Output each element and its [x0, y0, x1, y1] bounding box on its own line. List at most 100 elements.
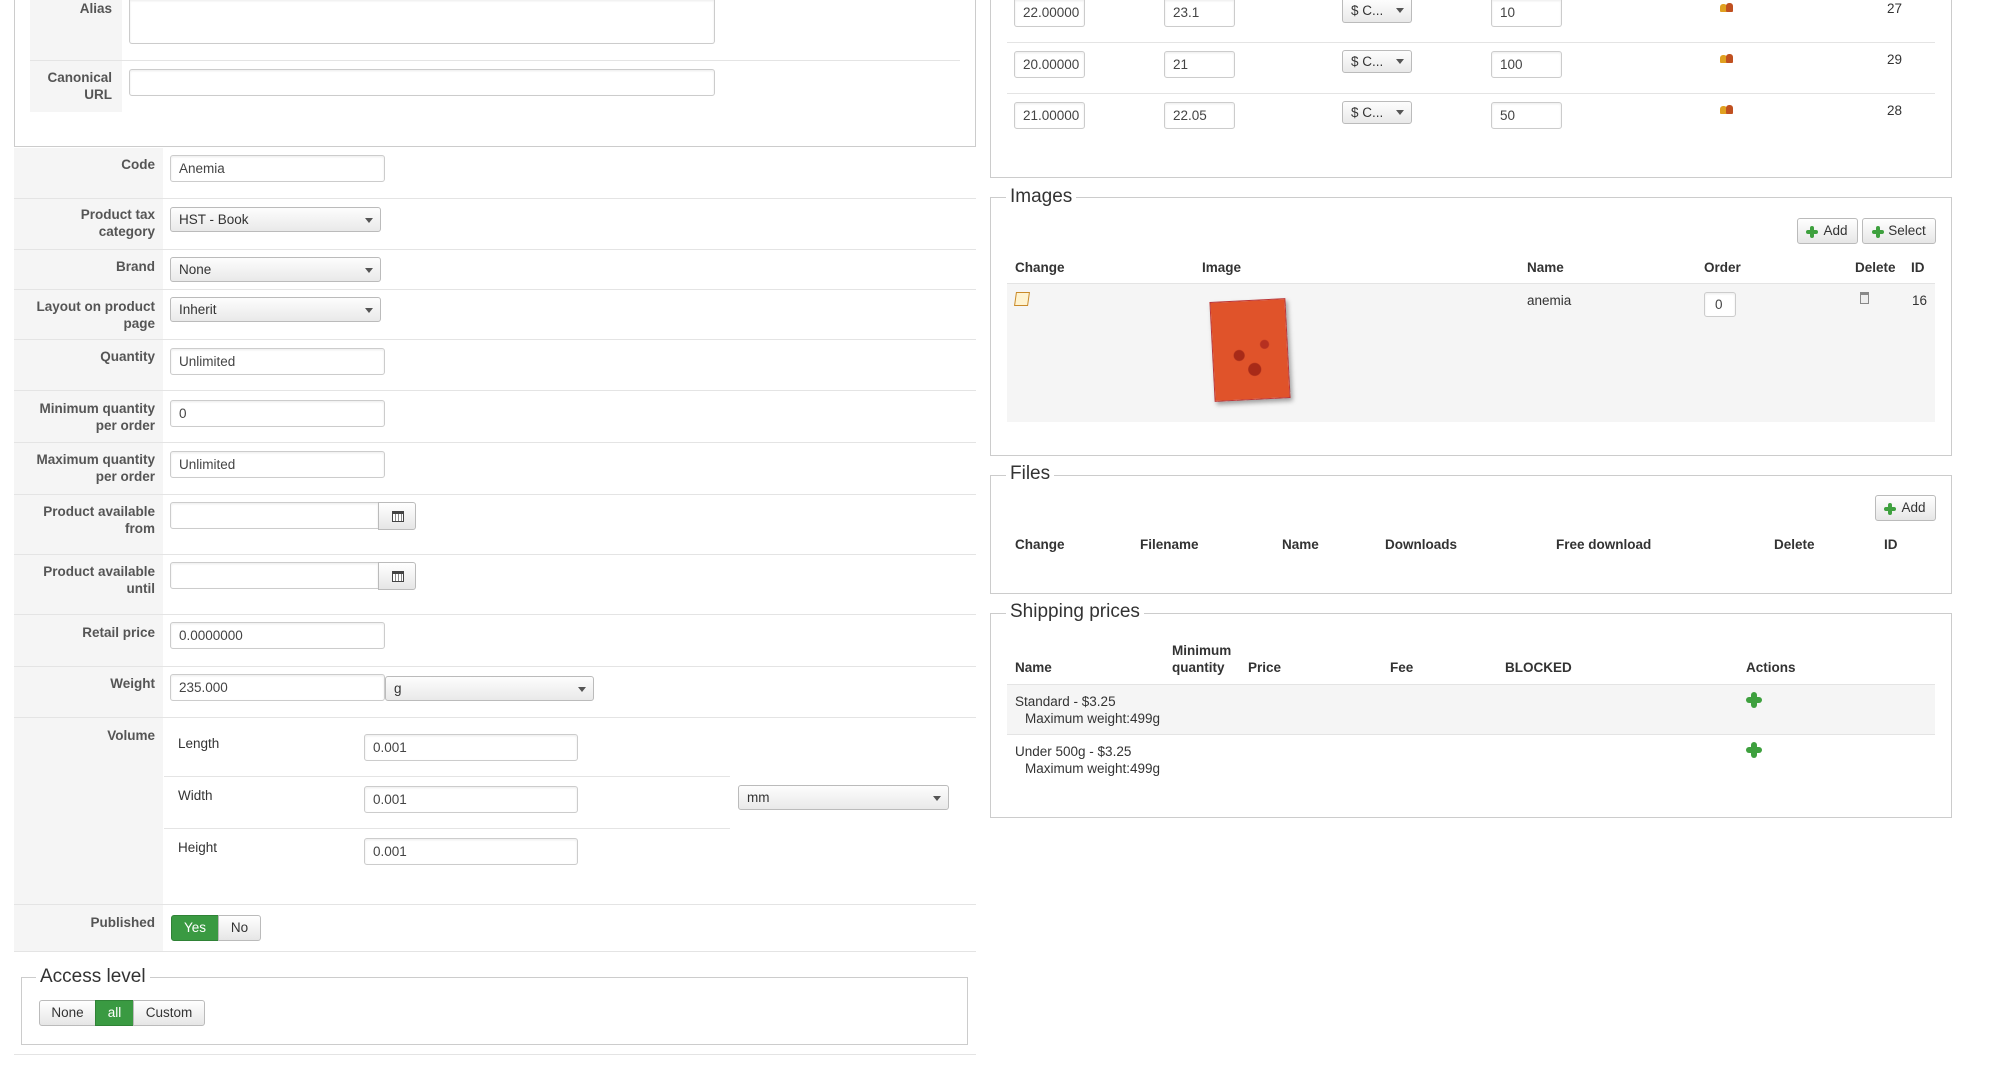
height-input[interactable]: 0.001 [364, 838, 578, 865]
length-input[interactable]: 0.001 [364, 734, 578, 761]
price-id: 28 [1887, 103, 1903, 118]
currency-select[interactable]: $ C... [1342, 50, 1412, 73]
price-with-tax-input[interactable]: 22.05 [1164, 102, 1235, 129]
weight-input[interactable]: 235.000 [170, 674, 385, 701]
divider [14, 289, 976, 290]
max-quantity-label: Maximum quantity per order [36, 452, 155, 484]
divider [14, 198, 976, 199]
access-none-button[interactable]: None [39, 1000, 96, 1026]
edit-icon[interactable] [1014, 292, 1030, 306]
divider [14, 666, 976, 667]
alias-textarea[interactable] [129, 0, 715, 44]
calendar-button-from[interactable] [378, 502, 416, 530]
price-input[interactable]: 21.00000 [1014, 102, 1085, 129]
min-quantity-input[interactable]: 100 [1491, 51, 1562, 78]
price-input[interactable]: 22.00000 [1014, 0, 1085, 27]
min-quantity-input[interactable]: 10 [1491, 0, 1562, 27]
min-quantity-label: Minimum quantity per order [39, 401, 156, 433]
quantity-input[interactable]: Unlimited [170, 348, 385, 375]
file-add-button[interactable]: Add [1875, 495, 1936, 521]
available-until-input[interactable] [170, 562, 379, 589]
width-input[interactable]: 0.001 [364, 786, 578, 813]
divider [14, 951, 976, 952]
published-no-button[interactable]: No [218, 915, 261, 941]
divider [30, 60, 960, 61]
access-level-title: Access level [36, 966, 150, 988]
divider [1007, 93, 1935, 94]
volume-unit-value: mm [747, 790, 770, 805]
images-header-name: Name [1527, 260, 1564, 275]
customer-group-icon[interactable] [1720, 103, 1734, 115]
price-with-tax-input[interactable]: 21 [1164, 51, 1235, 78]
add-icon [1884, 503, 1896, 515]
divider [14, 249, 976, 250]
max-quantity-input[interactable]: Unlimited [170, 451, 385, 478]
add-shipping-icon[interactable] [1746, 692, 1762, 708]
access-all-button[interactable]: all [95, 1000, 134, 1026]
divider [1007, 42, 1935, 43]
brand-value: None [179, 262, 212, 277]
image-name: anemia [1527, 293, 1572, 308]
add-shipping-icon[interactable] [1746, 742, 1762, 758]
shipping-title: Shipping prices [1006, 601, 1144, 623]
brand-select[interactable]: None [170, 257, 381, 282]
published-yes-button[interactable]: Yes [171, 915, 219, 941]
shipping-row-name: Standard - $3.25 [1015, 694, 1116, 709]
divider [14, 339, 976, 340]
files-header-change: Change [1015, 537, 1065, 552]
add-icon [1806, 226, 1818, 238]
layout-label: Layout on product page [36, 299, 156, 331]
calendar-button-until[interactable] [378, 562, 416, 590]
chevron-down-icon [1396, 8, 1404, 13]
calendar-icon [392, 571, 404, 582]
chevron-down-icon [578, 687, 586, 692]
code-input[interactable]: Anemia [170, 155, 385, 182]
files-header-name: Name [1282, 537, 1319, 552]
available-from-input[interactable] [170, 502, 379, 529]
volume-unit-select[interactable]: mm [738, 785, 949, 810]
divider [14, 442, 976, 443]
currency-value: $ C... [1351, 54, 1384, 69]
tax-category-select[interactable]: HST - Book [170, 207, 381, 232]
min-quantity-input[interactable]: 50 [1491, 102, 1562, 129]
quantity-label: Quantity [100, 349, 155, 364]
weight-unit-value: g [394, 681, 402, 696]
currency-select[interactable]: $ C... [1342, 101, 1412, 124]
image-add-button[interactable]: Add [1797, 218, 1858, 244]
divider [164, 776, 730, 777]
files-header-free-download: Free download [1556, 537, 1652, 552]
divider [14, 904, 976, 905]
access-custom-button[interactable]: Custom [133, 1000, 205, 1026]
weight-unit-select[interactable]: g [385, 676, 594, 701]
customer-group-icon[interactable] [1720, 52, 1734, 64]
currency-value: $ C... [1351, 105, 1384, 120]
min-quantity-input[interactable]: 0 [170, 400, 385, 427]
price-with-tax-input[interactable]: 23.1 [1164, 0, 1235, 27]
tax-category-value: HST - Book [179, 212, 249, 227]
image-id: 16 [1912, 293, 1928, 308]
canonical-url-input[interactable] [129, 69, 715, 96]
divider [14, 494, 976, 495]
retail-price-input[interactable]: 0.0000000 [170, 622, 385, 649]
files-header-delete: Delete [1774, 537, 1815, 552]
image-order-input[interactable]: 0 [1704, 292, 1736, 317]
alias-label: Alias [79, 1, 112, 16]
volume-label: Volume [107, 728, 155, 743]
canonical-label: Canonical URL [47, 70, 112, 102]
chevron-down-icon [365, 268, 373, 273]
price-input[interactable]: 20.00000 [1014, 51, 1085, 78]
retail-price-label: Retail price [82, 625, 155, 640]
trash-icon[interactable] [1860, 292, 1869, 304]
image-select-button[interactable]: Select [1862, 218, 1936, 244]
divider [164, 828, 730, 829]
files-fieldset [990, 475, 1952, 594]
shipping-row-detail: Maximum weight:499g [1025, 711, 1161, 726]
currency-select[interactable]: $ C... [1342, 0, 1412, 23]
images-header-delete: Delete [1855, 260, 1896, 275]
book-cover [1209, 298, 1291, 402]
files-header-filename: Filename [1140, 537, 1199, 552]
customer-group-icon[interactable] [1720, 1, 1734, 13]
files-header-downloads: Downloads [1385, 537, 1458, 552]
layout-select[interactable]: Inherit [170, 297, 381, 322]
brand-label: Brand [115, 259, 155, 274]
